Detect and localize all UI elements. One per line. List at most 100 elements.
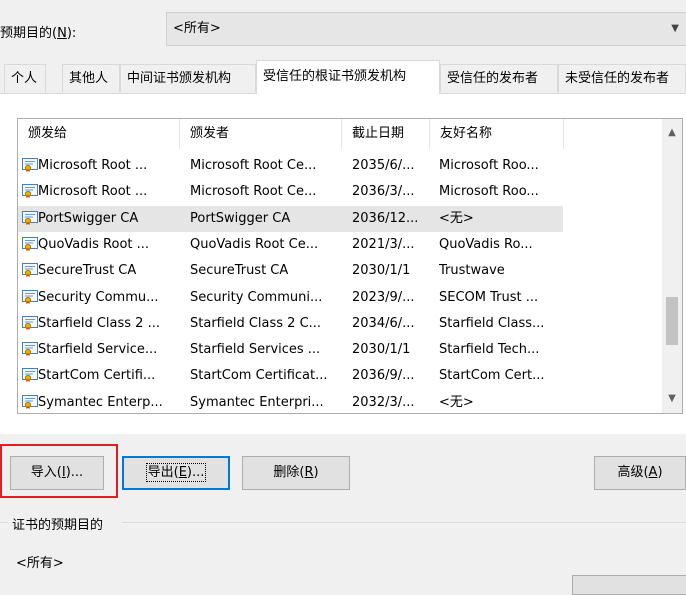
delete-button[interactable]: 删除(R) bbox=[242, 456, 350, 490]
certificate-icon bbox=[22, 342, 38, 357]
chevron-down-icon: ▼ bbox=[671, 23, 679, 34]
button-label-key: R bbox=[304, 465, 314, 480]
table-cell: Microsoft Root Ce... bbox=[190, 184, 317, 200]
scroll-down-icon[interactable]: ▼ bbox=[662, 389, 682, 409]
vertical-scrollbar[interactable]: ▲ ▼ bbox=[662, 119, 682, 413]
certificate-icon bbox=[22, 289, 38, 304]
table-cell: Starfield Services ... bbox=[190, 342, 321, 358]
table-row[interactable]: SecureTrust CA SecureTrust CA 2030/1/1 Trus… bbox=[18, 258, 563, 284]
column-label: 友好名称 bbox=[440, 126, 493, 141]
table-row[interactable]: Security Commu... Security Communi... 2023… bbox=[18, 285, 563, 311]
table-cell: Trustwave bbox=[439, 263, 505, 279]
tab-trusted-root-ca[interactable]: 受信任的根证书颁发机构 bbox=[256, 60, 440, 94]
button-label-prefix: 高级( bbox=[617, 465, 649, 480]
purpose-label-prefix: 预期目的( bbox=[0, 26, 58, 41]
table-cell: Starfield Class 2 ... bbox=[38, 315, 160, 331]
certificate-icon bbox=[22, 184, 38, 199]
view-button[interactable] bbox=[572, 575, 686, 595]
tab-strip: 个人 其他人 中间证书颁发机构 受信任的根证书颁发机构 受信任的发布者 未受信任… bbox=[0, 60, 686, 94]
certificate-icon bbox=[22, 158, 38, 172]
table-cell: Microsoft Root Ce... bbox=[190, 158, 317, 173]
purpose-label-key: N bbox=[57, 26, 67, 41]
table-cell: Starfield Class 2 C... bbox=[190, 315, 322, 331]
advanced-button[interactable]: 高级(A) bbox=[594, 456, 686, 490]
scroll-up-icon[interactable]: ▲ bbox=[662, 123, 682, 143]
button-label-prefix: 删除( bbox=[273, 465, 305, 480]
tab-label: 个人 bbox=[11, 71, 38, 86]
certificate-icon bbox=[22, 394, 38, 409]
table-row[interactable]: Starfield Service... Starfield Services .… bbox=[18, 337, 563, 363]
table-cell: QuoVadis Root Ce... bbox=[190, 236, 319, 252]
tab-intermediate-ca[interactable]: 中间证书颁发机构 bbox=[120, 64, 256, 92]
table-row[interactable]: StartCom Certifi... StartCom Certificat..… bbox=[18, 363, 563, 389]
table-row[interactable]: Starfield Class 2 ... Starfield Class 2 C… bbox=[18, 311, 563, 337]
table-row[interactable]: QuoVadis Root ... QuoVadis Root Ce... 2021… bbox=[18, 232, 563, 258]
table-cell: Starfield Class... bbox=[439, 315, 545, 331]
scrollbar-thumb[interactable] bbox=[666, 297, 678, 346]
table-row[interactable]: Microsoft Root ... Microsoft Root Ce... 20… bbox=[18, 179, 563, 205]
import-button[interactable]: 导入(I)... bbox=[10, 456, 104, 490]
column-expiration[interactable]: 截止日期 bbox=[342, 119, 430, 149]
table-cell: 2021/3/... bbox=[352, 236, 415, 252]
list-header: 颁发给 颁发者 截止日期 友好名称 bbox=[18, 119, 664, 149]
table-cell: 2034/6/... bbox=[352, 315, 415, 331]
table-cell: QuoVadis Ro... bbox=[439, 236, 533, 252]
table-cell: 2036/3/... bbox=[352, 184, 415, 200]
certificate-list[interactable]: 颁发给 颁发者 截止日期 友好名称 Microsoft Root ... Micr… bbox=[17, 118, 683, 414]
table-cell: QuoVadis Root ... bbox=[38, 236, 150, 252]
purpose-label: 预期目的(N): bbox=[0, 22, 76, 41]
table-cell: SecureTrust CA bbox=[190, 263, 289, 279]
table-cell: <无> bbox=[439, 394, 474, 410]
column-issued-to[interactable]: 颁发给 bbox=[18, 119, 180, 149]
table-cell: Microsoft Root ... bbox=[38, 158, 148, 173]
table-cell: Symantec Enterp... bbox=[38, 394, 163, 410]
table-cell: <无> bbox=[439, 210, 474, 226]
tab-label: 其他人 bbox=[69, 71, 109, 86]
column-issued-by[interactable]: 颁发者 bbox=[180, 119, 342, 149]
table-cell: Security Communi... bbox=[190, 289, 323, 305]
button-label-suffix: )... bbox=[65, 465, 84, 480]
table-cell: StartCom Cert... bbox=[439, 368, 545, 384]
tab-personal[interactable]: 个人 bbox=[4, 64, 46, 92]
tab-label: 受信任的发布者 bbox=[447, 71, 539, 86]
tab-label: 中间证书颁发机构 bbox=[127, 71, 232, 86]
tab-untrusted-publishers[interactable]: 未受信任的发布者 bbox=[558, 64, 686, 92]
table-cell: Microsoft Roo... bbox=[439, 158, 539, 173]
purpose-dropdown[interactable]: <所有> ▼ bbox=[166, 12, 686, 46]
table-cell: Security Commu... bbox=[38, 289, 159, 305]
button-label-key: E bbox=[178, 465, 187, 480]
table-cell: SECOM Trust ... bbox=[439, 289, 539, 305]
button-label-suffix: )... bbox=[186, 465, 205, 480]
tab-label: 受信任的根证书颁发机构 bbox=[263, 69, 407, 84]
table-cell: 2030/1/1 bbox=[352, 263, 411, 279]
table-cell: Symantec Enterpri... bbox=[190, 394, 324, 410]
column-label: 颁发给 bbox=[28, 126, 68, 141]
table-cell: SecureTrust CA bbox=[38, 263, 137, 279]
table-cell: Microsoft Root ... bbox=[38, 184, 148, 200]
certificate-icon bbox=[22, 368, 38, 383]
export-button-inner: 导出(E)... bbox=[145, 463, 207, 482]
table-cell: 2032/3/... bbox=[352, 394, 415, 410]
certificate-icon bbox=[22, 315, 38, 330]
tab-trusted-publishers[interactable]: 受信任的发布者 bbox=[440, 64, 558, 92]
button-label-suffix: ) bbox=[313, 465, 319, 480]
table-cell: Microsoft Roo... bbox=[439, 184, 539, 200]
table-row[interactable]: Symantec Enterp... Symantec Enterpri... 20… bbox=[18, 390, 563, 413]
column-friendly-name[interactable]: 友好名称 bbox=[430, 119, 564, 149]
tab-other-people[interactable]: 其他人 bbox=[62, 64, 120, 92]
export-button[interactable]: 导出(E)... bbox=[122, 456, 230, 490]
table-row[interactable]: PortSwigger CA PortSwigger CA 2036/12... <无… bbox=[18, 205, 563, 232]
purpose-group-title: 证书的预期目的 bbox=[12, 518, 104, 533]
table-cell: 2036/12... bbox=[352, 210, 419, 226]
table-row[interactable]: Microsoft Root ... Microsoft Root Ce... 20… bbox=[18, 153, 563, 179]
certificate-icon bbox=[22, 263, 38, 278]
button-label-suffix: ) bbox=[657, 465, 663, 480]
groupbox-border bbox=[122, 522, 686, 523]
table-cell: Starfield Tech... bbox=[439, 342, 540, 358]
certificate-icon bbox=[22, 236, 38, 251]
table-cell: StartCom Certifi... bbox=[38, 368, 156, 384]
table-cell: 2035/6/... bbox=[352, 158, 415, 173]
table-cell: PortSwigger CA bbox=[38, 210, 139, 226]
purpose-group-value: <所有> bbox=[16, 556, 64, 571]
button-label-prefix: 导出( bbox=[147, 465, 179, 480]
